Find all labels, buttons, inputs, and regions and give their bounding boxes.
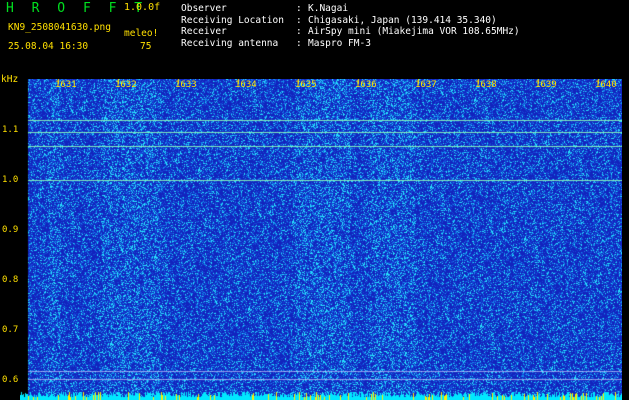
x-tick-label: 1638 (475, 80, 497, 90)
y-axis-unit: kHz (1, 74, 19, 85)
meta-value: K.Nagai (308, 3, 349, 14)
x-tick-label: 1635 (295, 80, 317, 90)
receiver-row: Receiver : AirSpy mini (Miakejima VOR 10… (181, 26, 520, 38)
meleo-label: meleo! (124, 28, 159, 39)
x-tick-label: 1631 (55, 80, 77, 90)
meta-sep: : (296, 3, 302, 14)
y-tick-label: 0.6 (2, 375, 19, 385)
x-tick-label: 1637 (415, 80, 437, 90)
antenna-row: Receiving antenna : Maspro FM-3 (181, 38, 520, 50)
y-tick-label: 0.7 (2, 325, 19, 335)
meleo-value: 75 (140, 41, 152, 52)
meta-key: Receiver (181, 26, 227, 37)
x-tick-label: 1640 (595, 80, 617, 90)
station-info: Observer : K.Nagai Receiving Location : … (181, 3, 520, 49)
filename-label: KN9_2508041630.png (8, 22, 111, 33)
y-tick-label: 1.1 (2, 125, 19, 135)
y-tick-label: 0.8 (2, 275, 19, 285)
waterfall-spectrogram[interactable] (20, 79, 622, 400)
x-tick-label: 1636 (355, 80, 377, 90)
x-tick-label: 1634 (235, 80, 257, 90)
observer-row: Observer : K.Nagai (181, 3, 520, 15)
location-row: Receiving Location : Chigasaki, Japan (1… (181, 15, 520, 27)
meta-value: AirSpy mini (Miakejima VOR 108.65MHz) (308, 26, 520, 37)
meta-sep: : (296, 26, 302, 37)
meta-value: Chigasaki, Japan (139.414 35.340) (308, 14, 497, 26)
meta-key: Observer (181, 3, 227, 14)
y-tick-label: 1.0 (2, 175, 19, 185)
meta-key: Receiving antenna (181, 37, 279, 49)
x-tick-label: 1633 (175, 80, 197, 90)
datetime-label: 25.08.04 16:30 (8, 41, 89, 52)
x-tick-label: 1632 (115, 80, 137, 90)
meta-value: Maspro FM-3 (308, 37, 371, 49)
x-tick-label: 1639 (535, 80, 557, 90)
meta-key: Receiving Location (181, 14, 284, 26)
meta-sep: : (296, 37, 302, 49)
version-label: 1.0.0f (124, 2, 161, 13)
meta-sep: : (296, 14, 302, 26)
y-tick-label: 0.9 (2, 225, 19, 235)
